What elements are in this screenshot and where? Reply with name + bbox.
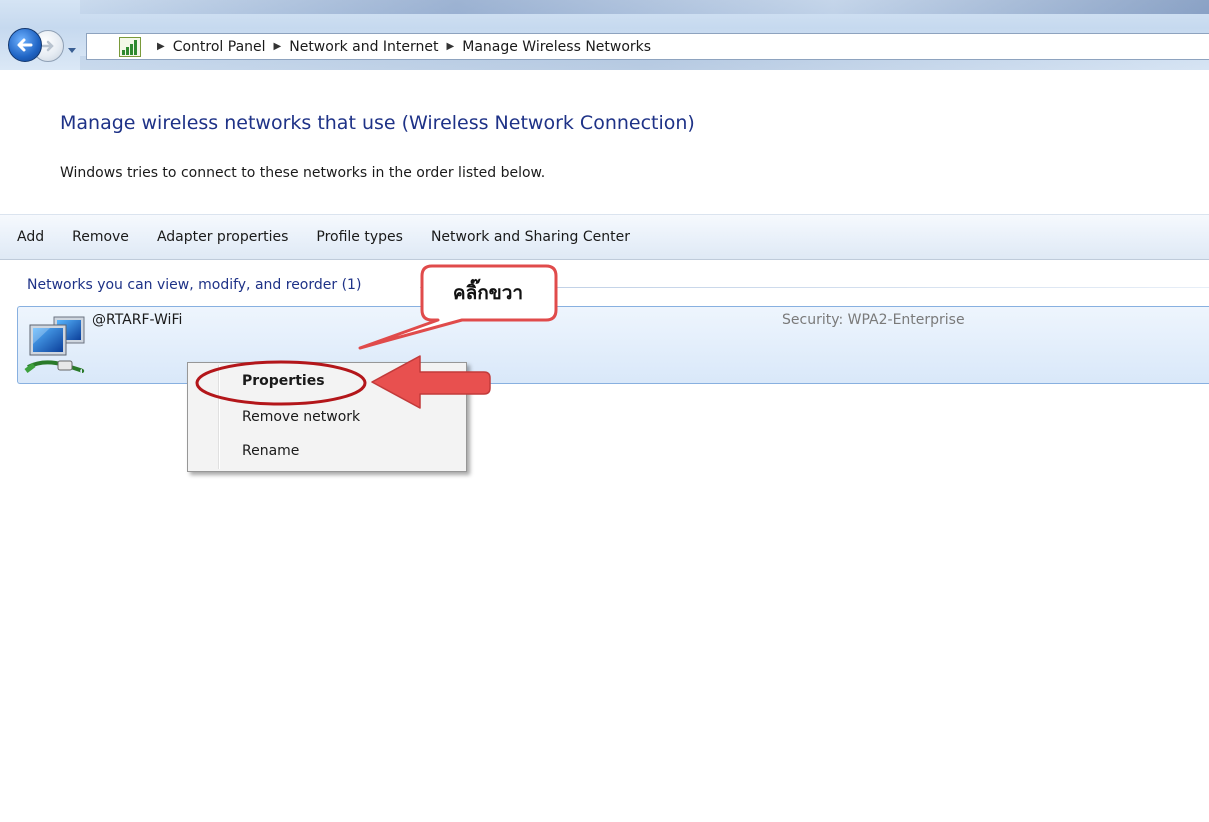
window: ▶ Control Panel ▶ Network and Internet ▶… [0,0,1209,822]
blurred-title-strip [80,0,1209,14]
back-button[interactable] [8,28,42,62]
breadcrumb-control-panel[interactable]: Control Panel [173,39,266,55]
menu-item-properties[interactable]: Properties [242,373,325,389]
breadcrumb-network-and-internet[interactable]: Network and Internet [289,39,438,55]
callout-label: คลิ๊กขวา [452,282,524,304]
page-title: Manage wireless networks that use (Wirel… [60,112,695,134]
breadcrumb-manage-wireless-networks[interactable]: Manage Wireless Networks [462,39,651,55]
recent-pages-dropdown[interactable] [67,40,77,59]
menu-item-rename[interactable]: Rename [242,443,299,459]
address-field[interactable]: ▶ Control Panel ▶ Network and Internet ▶… [86,33,1209,60]
command-bar: Add Remove Adapter properties Profile ty… [0,214,1209,260]
breadcrumb-separator-icon: ▶ [273,41,282,52]
context-menu: Properties Remove network Rename [187,362,467,472]
address-bar-region: ▶ Control Panel ▶ Network and Internet ▶… [0,0,1209,70]
network-security: Security: WPA2-Enterprise [782,312,965,328]
add-button[interactable]: Add [17,229,44,245]
profile-types-button[interactable]: Profile types [316,229,403,245]
chevron-down-icon [68,48,76,53]
remove-button[interactable]: Remove [72,229,129,245]
network-group-header[interactable]: Networks you can view, modify, and reord… [27,277,361,293]
wireless-network-profile-icon [24,311,88,381]
breadcrumb-separator-icon: ▶ [446,41,455,52]
page-description: Windows tries to connect to these networ… [60,165,546,181]
adapter-properties-button[interactable]: Adapter properties [157,229,288,245]
menu-gutter [218,365,220,469]
network-sharing-center-button[interactable]: Network and Sharing Center [431,229,630,245]
menu-item-remove-network[interactable]: Remove network [242,409,360,425]
network-signal-icon [119,36,141,57]
network-name: @RTARF-WiFi [92,312,183,328]
back-arrow-icon [17,38,33,52]
breadcrumb-separator-icon: ▶ [157,41,165,52]
